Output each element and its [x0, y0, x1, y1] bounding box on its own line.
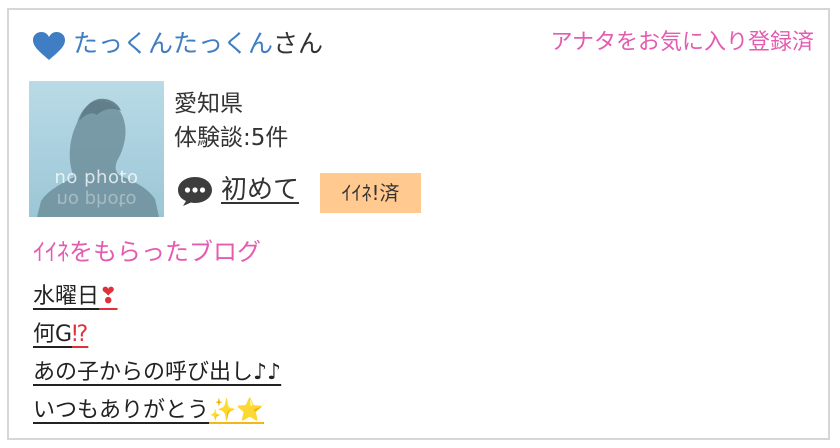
blog-title[interactable]: 水曜日 [33, 284, 99, 309]
blog-link[interactable]: いつもありがとう✨⭐ [33, 398, 264, 423]
blog-link[interactable]: あの子からの呼び出し♪♪ [33, 360, 281, 385]
music-notes-icon[interactable]: ♪♪ [253, 360, 281, 385]
list-item: 何G⁉ [33, 316, 281, 354]
avatar: no photo no photo [29, 81, 164, 217]
blog-link[interactable]: 水曜日❣ [33, 284, 117, 309]
liked-blogs-list: 水曜日❣ 何G⁉ あの子からの呼び出し♪♪ いつもありがとう✨⭐ [33, 278, 281, 430]
user-name-text[interactable]: たっくんたっくん [73, 29, 273, 58]
blog-link[interactable]: 何G⁉ [33, 322, 88, 347]
blog-title[interactable]: いつもありがとう [33, 398, 209, 423]
heart-icon [33, 32, 65, 60]
like-badge: ｲｲﾈ!済 [320, 173, 421, 213]
speech-bubble-icon [178, 177, 212, 206]
list-item: いつもありがとう✨⭐ [33, 392, 281, 430]
sparkles-star-icon[interactable]: ✨⭐ [209, 398, 264, 423]
blog-title[interactable]: あの子からの呼び出し [33, 360, 253, 385]
user-card: たっくんたっくんさん アナタをお気に入り登録済 no photo no phot… [7, 8, 830, 440]
avatar-caption-reflection: no photo [56, 189, 137, 210]
status-link[interactable]: 初めて [221, 171, 299, 209]
user-name[interactable]: たっくんたっくんさん [73, 26, 323, 62]
liked-blogs-heading: ｲｲﾈをもらったブログ [33, 238, 261, 266]
exclamation-question-icon[interactable]: ⁉ [72, 322, 88, 347]
blog-title[interactable]: 何G [33, 322, 72, 347]
user-name-suffix: さん [273, 29, 324, 58]
review-count: 体験談:5件 [174, 125, 289, 151]
list-item: あの子からの呼び出し♪♪ [33, 354, 281, 392]
list-item: 水曜日❣ [33, 278, 281, 316]
favorite-status: アナタをお気に入り登録済 [550, 30, 814, 55]
prefecture: 愛知県 [174, 91, 243, 117]
avatar-caption: no photo [54, 167, 139, 188]
heart-exclamation-icon[interactable]: ❣ [99, 284, 117, 309]
